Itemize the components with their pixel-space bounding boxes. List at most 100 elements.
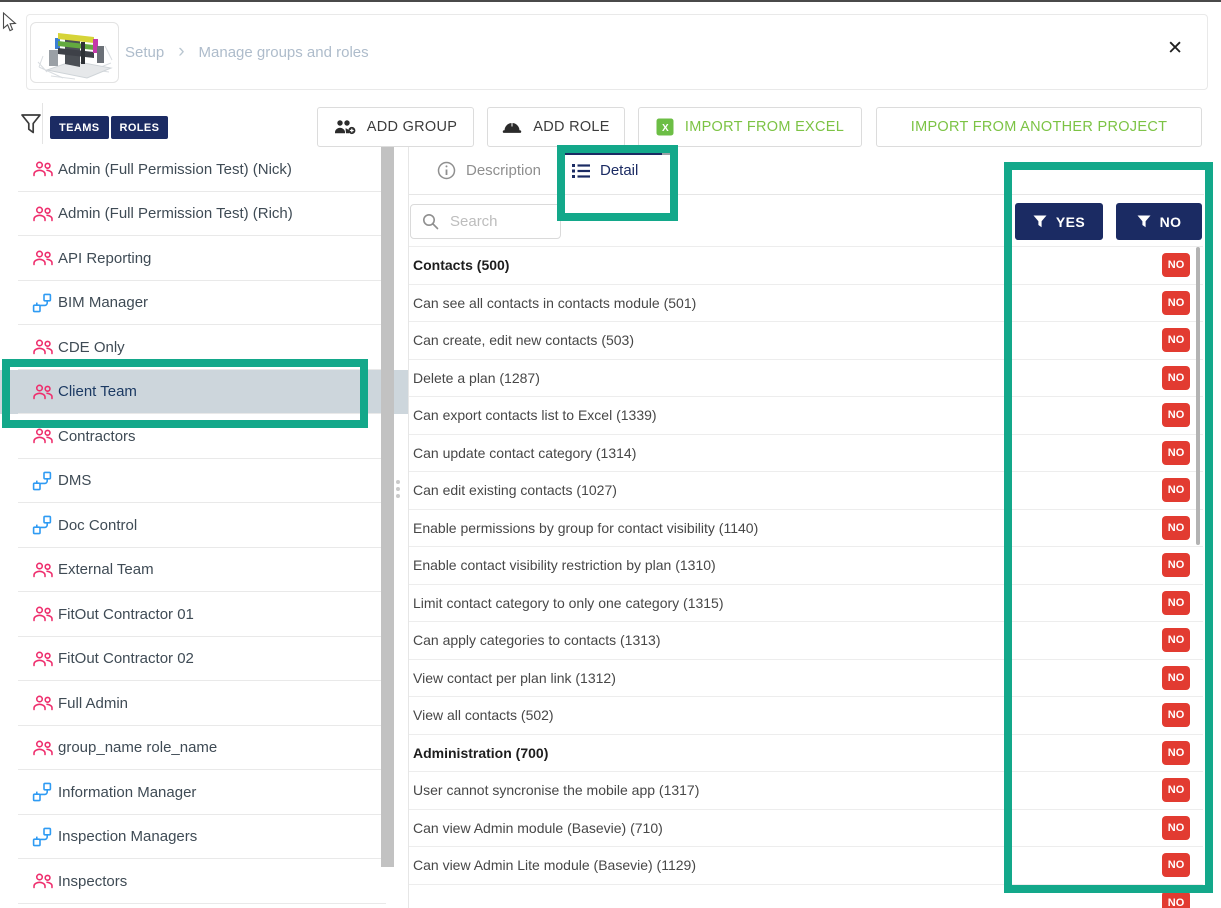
search-icon	[422, 213, 439, 230]
sidebar-item-label: FitOut Contractor 02	[58, 650, 194, 667]
team-people-icon	[32, 561, 54, 579]
filter-funnel-icon[interactable]	[19, 112, 43, 142]
team-people-icon	[32, 205, 54, 223]
sidebar-item-label: Doc Control	[58, 517, 137, 534]
sidebar-item-full-admin[interactable]: Full Admin	[0, 681, 408, 726]
sidebar-item-label: DMS	[58, 472, 91, 489]
permission-label: User cannot syncronise the mobile app (1…	[413, 782, 699, 798]
import-from-another-project-label: IMPORT FROM ANOTHER PROJECT	[911, 119, 1168, 135]
sidebar-item-admin-full-permission-test-nick[interactable]: Admin (Full Permission Test) (Nick)	[0, 147, 408, 192]
sidebar-item-label: Inspection Managers	[58, 828, 197, 845]
team-people-icon	[32, 694, 54, 712]
annotation-box-detail-tab	[557, 145, 678, 221]
permission-label: View all contacts (502)	[413, 707, 554, 723]
permission-label: Limit contact category to only one categ…	[413, 595, 724, 611]
permission-label: Can export contacts list to Excel (1339)	[413, 407, 657, 423]
import-from-another-project-button[interactable]: IMPORT FROM ANOTHER PROJECT	[876, 107, 1202, 147]
sidebar-item-fitout-contractor-02[interactable]: FitOut Contractor 02	[0, 637, 408, 682]
role-hierarchy-icon	[32, 515, 52, 535]
permission-label: Can see all contacts in contacts module …	[413, 295, 696, 311]
sidebar-item-inspection-managers[interactable]: Inspection Managers	[0, 815, 408, 860]
sidebar-item-label: Full Admin	[58, 695, 128, 712]
teams-roles-toggle: TEAMS ROLES	[50, 116, 168, 139]
breadcrumb: Setup › Manage groups and roles	[125, 15, 369, 89]
sidebar-item-dms[interactable]: DMS	[0, 459, 408, 504]
no-badge[interactable]: NO	[1162, 891, 1190, 908]
sidebar-item-fitout-contractor-01[interactable]: FitOut Contractor 01	[0, 592, 408, 637]
sidebar-item-label: group_name role_name	[58, 739, 217, 756]
team-people-icon	[32, 739, 54, 757]
sidebar-item-label: FitOut Contractor 01	[58, 606, 194, 623]
mouse-cursor	[2, 12, 17, 38]
roles-toggle-button[interactable]: ROLES	[111, 116, 169, 139]
sidebar-item-label: Information Manager	[58, 784, 196, 801]
sidebar-item-doc-control[interactable]: Doc Control	[0, 503, 408, 548]
team-people-icon	[32, 160, 54, 178]
sidebar-item-group-name-role-name[interactable]: group_name role_name	[0, 726, 408, 771]
annotation-box-values-column	[1004, 162, 1213, 893]
sidebar-item-label: Admin (Full Permission Test) (Nick)	[58, 161, 292, 178]
close-icon[interactable]: ✕	[1167, 39, 1183, 58]
breadcrumb-current-page: Manage groups and roles	[199, 44, 369, 61]
team-people-icon	[32, 650, 54, 668]
manage-groups-and-roles-screen: Setup › Manage groups and roles ✕ TEAMS …	[0, 0, 1221, 908]
permission-label: View contact per plan link (1312)	[413, 670, 616, 686]
sidebar-item-label: Inspectors	[58, 873, 127, 890]
breadcrumb-chevron-icon: ›	[178, 42, 184, 61]
sidebar-item-admin-full-permission-test-rich[interactable]: Admin (Full Permission Test) (Rich)	[0, 192, 408, 237]
header-card: Setup › Manage groups and roles ✕	[26, 14, 1208, 90]
pane-resize-handle[interactable]	[396, 480, 400, 498]
sidebar-item-inspectors[interactable]: Inspectors	[0, 859, 408, 904]
role-hierarchy-icon	[32, 827, 52, 847]
permission-label: Enable contact visibility restriction by…	[413, 557, 716, 573]
sidebar-item-api-reporting[interactable]: API Reporting	[0, 236, 408, 281]
permission-label: Can view Admin Lite module (Basevie) (11…	[413, 857, 696, 873]
permission-label: Can edit existing contacts (1027)	[413, 482, 617, 498]
team-people-icon	[32, 249, 54, 267]
toolbar-divider	[42, 103, 43, 144]
team-people-icon	[32, 338, 54, 356]
add-role-label: ADD ROLE	[533, 119, 610, 135]
import-from-excel-label: IMPORT FROM EXCEL	[685, 119, 844, 135]
role-hierarchy-icon	[32, 293, 52, 313]
add-role-button[interactable]: ADD ROLE	[487, 107, 625, 147]
sidebar-item-label: Contractors	[58, 428, 136, 445]
team-people-icon	[32, 605, 54, 623]
tab-description-label: Description	[466, 162, 541, 179]
bim-model-thumbnail	[35, 26, 115, 80]
add-group-button[interactable]: ADD GROUP	[317, 107, 474, 147]
project-logo	[30, 22, 119, 83]
svg-text:X: X	[662, 123, 669, 134]
permission-label: Can create, edit new contacts (503)	[413, 332, 634, 348]
tab-description[interactable]: Description	[437, 147, 541, 194]
role-hierarchy-icon	[32, 471, 52, 491]
sidebar-item-bim-manager[interactable]: BIM Manager	[0, 281, 408, 326]
team-people-icon	[32, 427, 54, 445]
role-hierarchy-icon	[32, 782, 52, 802]
window-top-edge	[0, 0, 1221, 2]
import-from-excel-button[interactable]: X IMPORT FROM EXCEL	[638, 107, 862, 147]
permission-label: Administration (700)	[413, 745, 548, 761]
group-add-icon	[334, 119, 356, 135]
permission-label: Can view Admin module (Basevie) (710)	[413, 820, 663, 836]
add-group-label: ADD GROUP	[367, 119, 458, 135]
sidebar-item-information-manager[interactable]: Information Manager	[0, 770, 408, 815]
annotation-box-client-team	[2, 359, 368, 428]
sidebar-item-label: External Team	[58, 561, 154, 578]
search-box	[410, 204, 561, 239]
sidebar-scrollbar-thumb[interactable]	[381, 147, 394, 867]
info-icon	[437, 161, 456, 180]
breadcrumb-setup[interactable]: Setup	[125, 44, 164, 61]
search-input[interactable]	[448, 212, 552, 231]
permission-label: Delete a plan (1287)	[413, 370, 540, 386]
sidebar-item-external-team[interactable]: External Team	[0, 548, 408, 593]
permission-label: Enable permissions by group for contact …	[413, 520, 758, 536]
permission-label: Can update contact category (1314)	[413, 445, 636, 461]
sidebar-item-label: API Reporting	[58, 250, 151, 267]
teams-toggle-button[interactable]: TEAMS	[50, 116, 109, 139]
sidebar-item-label: CDE Only	[58, 339, 125, 356]
excel-file-icon: X	[656, 118, 674, 136]
hard-hat-icon	[502, 119, 522, 135]
permission-label: Can apply categories to contacts (1313)	[413, 632, 660, 648]
sidebar-item-label: Admin (Full Permission Test) (Rich)	[58, 205, 293, 222]
